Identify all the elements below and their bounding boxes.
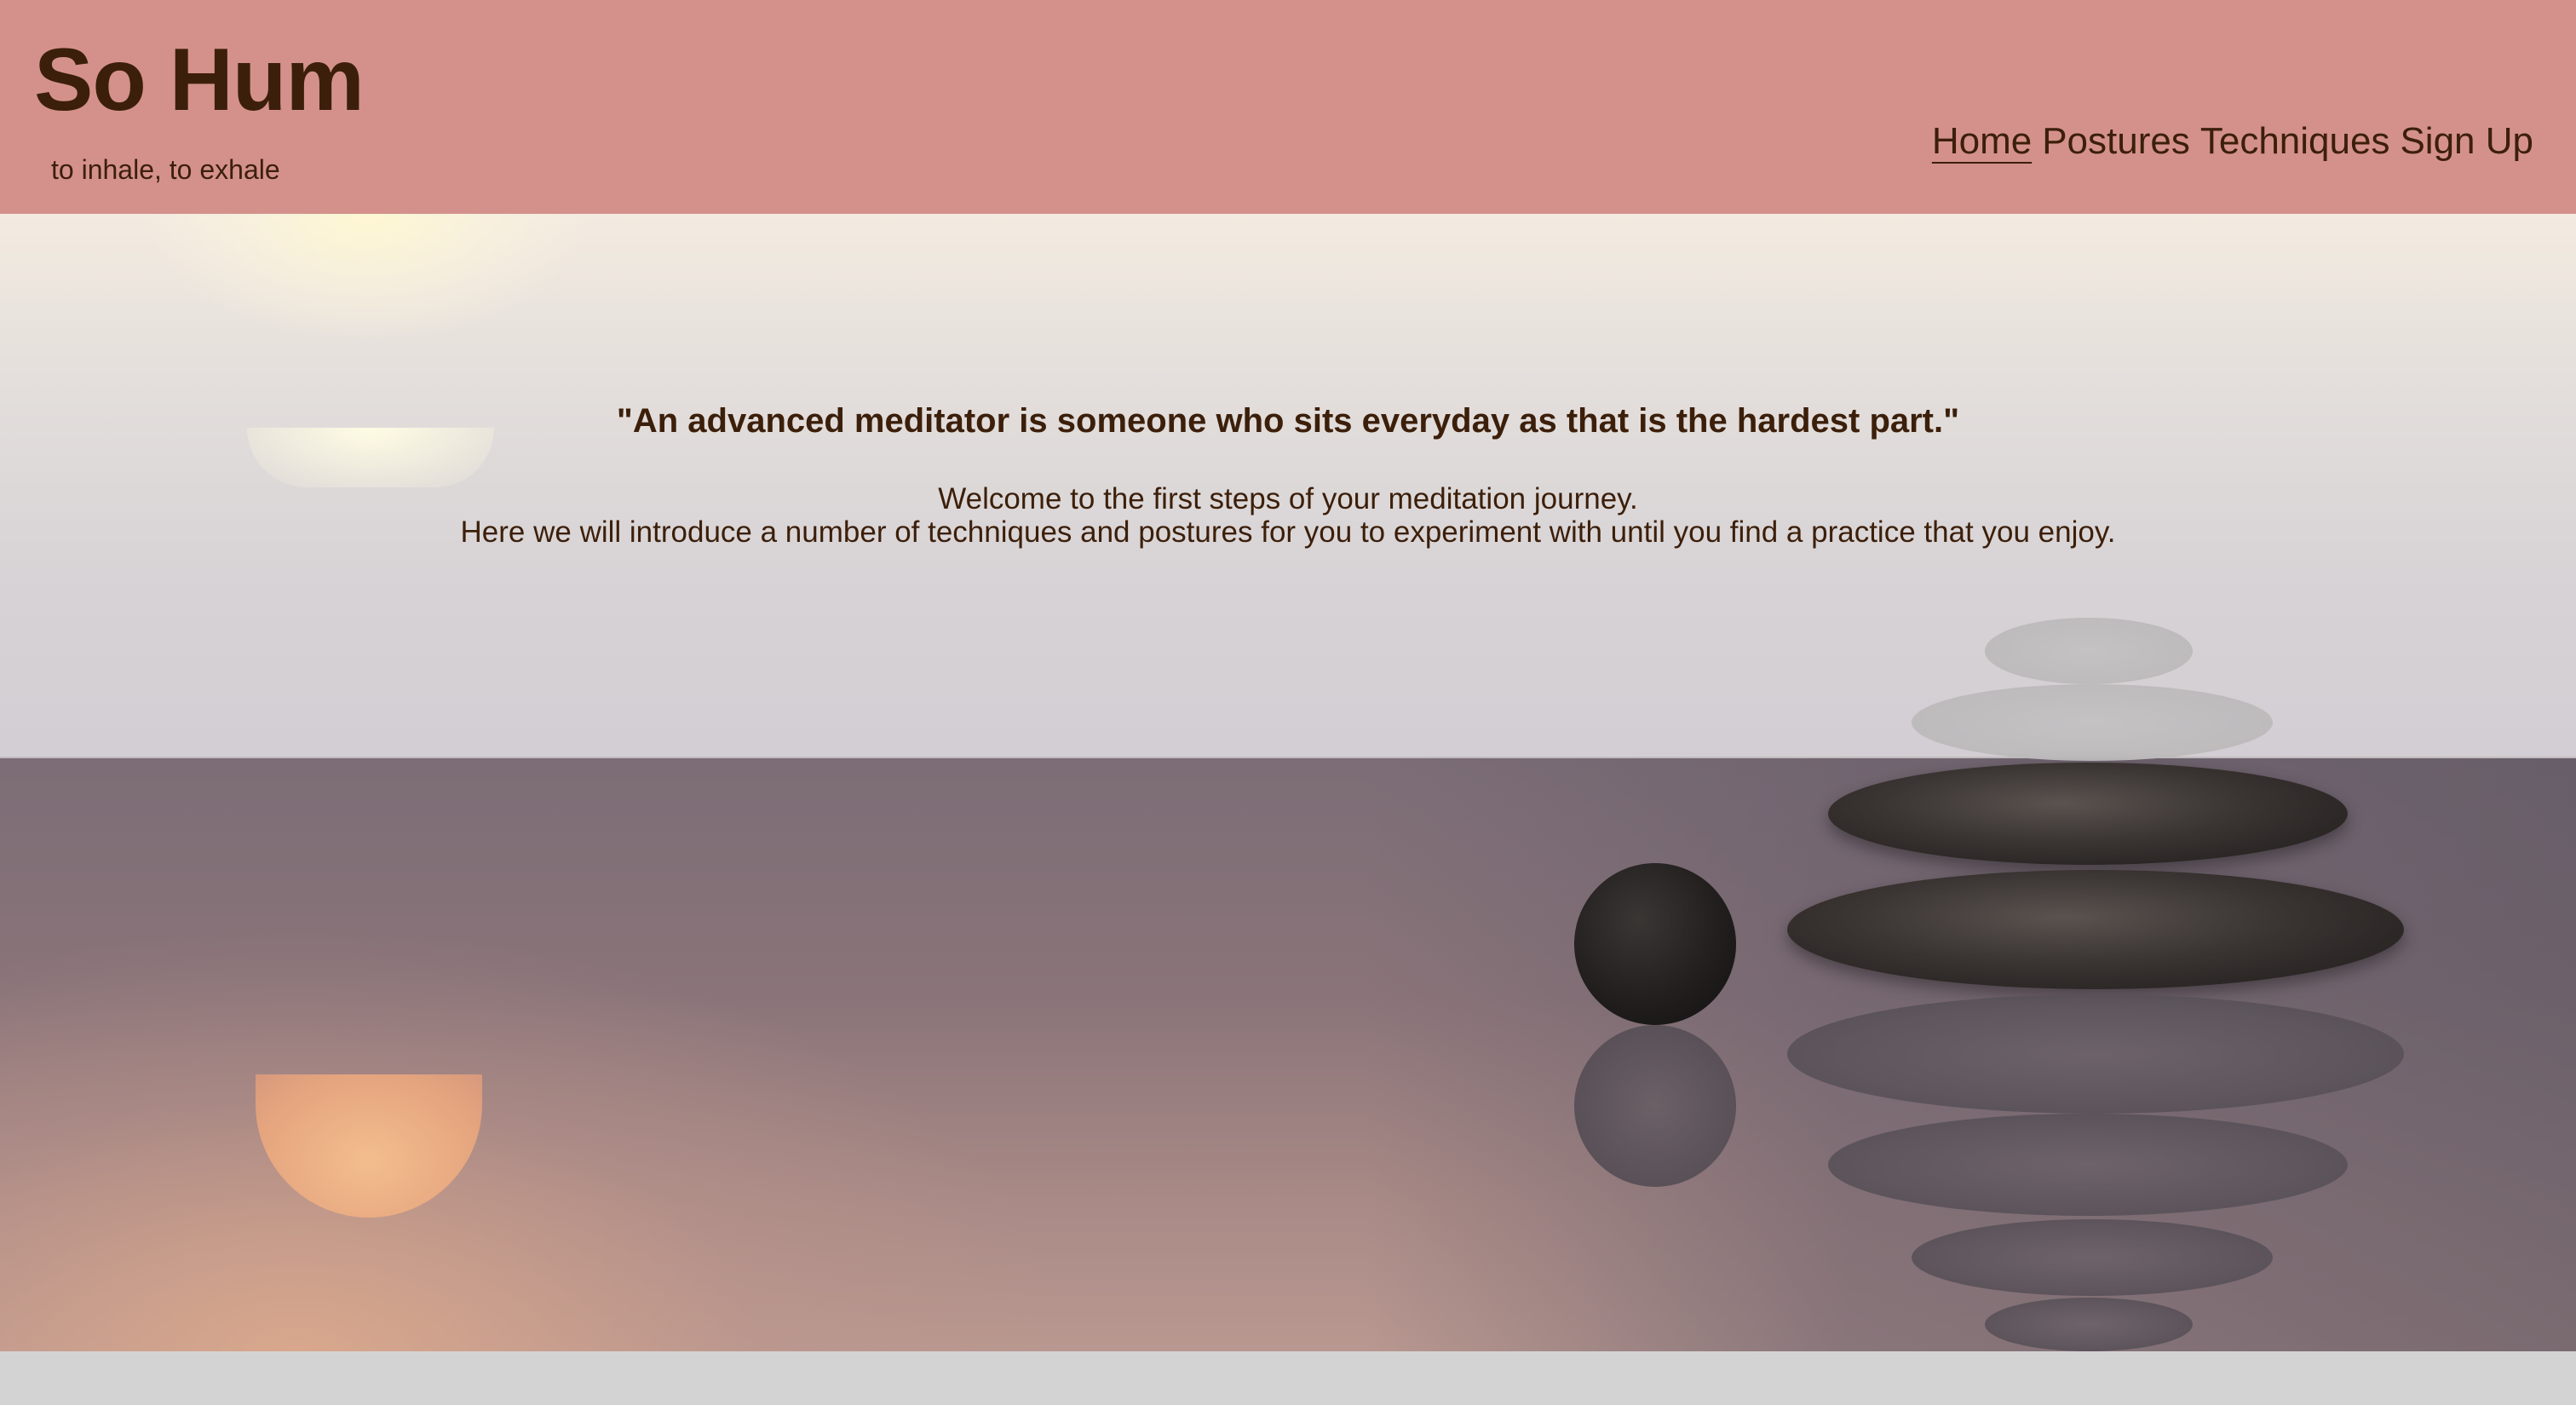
nav-link-sign-up[interactable]: Sign Up <box>2400 119 2533 164</box>
base-stone-reflection <box>1787 994 2404 1114</box>
welcome-line-2: Here we will introduce a number of techn… <box>460 515 2116 550</box>
sphere-stone <box>1574 863 1736 1025</box>
meditation-quote: "An advanced meditator is someone who si… <box>616 402 1960 440</box>
upper-stone <box>1912 684 2273 761</box>
nav-link-home[interactable]: Home <box>1932 119 2032 164</box>
base-stone <box>1787 870 2404 989</box>
upper-stone-reflection <box>1912 1219 2273 1296</box>
top-stone-reflection <box>1985 1298 2193 1351</box>
middle-stone <box>1828 763 2348 865</box>
middle-stone-reflection <box>1828 1114 2348 1216</box>
hero-background-image <box>0 214 2576 1351</box>
intro-content: "An advanced meditator is someone who si… <box>0 400 2576 549</box>
nav-link-techniques[interactable]: Techniques <box>2200 119 2390 164</box>
welcome-text: Welcome to the first steps of your medit… <box>0 482 2576 549</box>
site-title: So Hum <box>34 31 365 130</box>
nav-link-postures[interactable]: Postures <box>2042 119 2190 164</box>
welcome-line-1: Welcome to the first steps of your medit… <box>938 482 1638 515</box>
top-stone <box>1985 618 2193 684</box>
footer-band <box>0 1351 2576 1405</box>
site-header: So Hum to inhale, to exhale Home Posture… <box>0 0 2576 214</box>
main-nav: Home Postures Techniques Sign Up <box>1932 119 2533 164</box>
sphere-stone-reflection <box>1574 1025 1736 1187</box>
site-tagline: to inhale, to exhale <box>51 154 280 185</box>
